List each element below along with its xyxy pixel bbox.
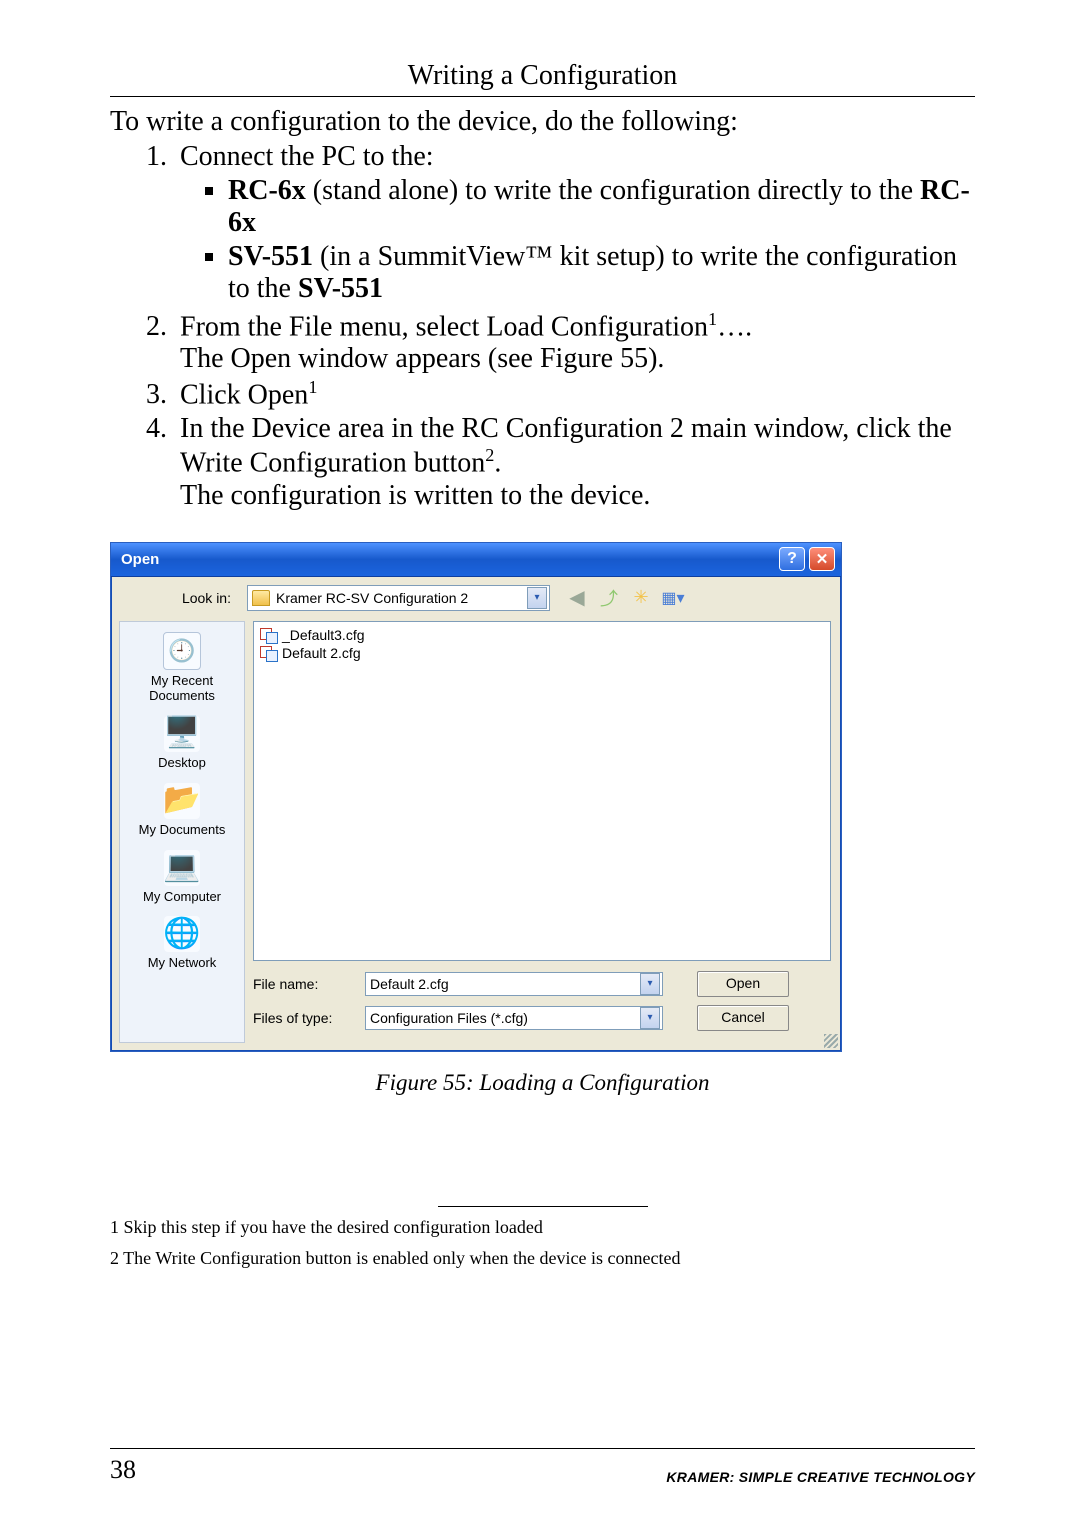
step-1-bullet-1: RC-6x (stand alone) to write the configu… [228,175,975,239]
header-section-title: Writing a Configuration [110,60,975,92]
header-rule [110,96,975,97]
back-icon[interactable]: ◀ [566,587,588,609]
computer-icon [164,850,200,886]
open-button[interactable]: Open [697,971,789,997]
up-one-level-icon[interactable]: ⤴ [598,587,620,609]
place-network-label: My Network [148,956,217,971]
file-type-value: Configuration Files (*.cfg) [370,1010,528,1026]
file-type-label: Files of type: [253,1010,365,1026]
cfg-file-icon [260,628,276,642]
step-2-sup: 1 [708,309,717,329]
documents-icon [164,783,200,819]
place-network[interactable]: My Network [148,916,217,971]
places-bar: My Recent Documents Desktop My Documents… [119,621,245,1043]
step-4-c: The configuration is written to the devi… [180,480,650,511]
close-button[interactable]: ✕ [809,547,835,571]
file-name-value: Default 2.cfg [370,976,449,992]
dialog-titlebar: Open ? ✕ [111,543,841,577]
place-recent-label: My Recent Documents [120,674,244,704]
intro-text: To write a configuration to the device, … [110,103,975,141]
look-in-dropdown-arrow[interactable]: ▾ [527,587,547,609]
file-item-label: _Default3.cfg [282,627,365,643]
look-in-value: Kramer RC-SV Configuration 2 [276,590,468,606]
rc6x-text: (stand alone) to write the configuration… [306,175,920,206]
footnote-1: 1 Skip this step if you have the desired… [110,1217,975,1238]
file-item-label: Default 2.cfg [282,645,361,661]
file-name-label: File name: [253,976,365,992]
step-4-a: In the Device area in the RC Configurati… [180,413,952,478]
place-documents-label: My Documents [139,823,226,838]
folder-icon [252,590,270,606]
place-desktop[interactable]: Desktop [158,716,206,771]
place-computer-label: My Computer [143,890,221,905]
file-type-combo[interactable]: Configuration Files (*.cfg) ▾ [365,1006,663,1030]
step-4-b: . [494,448,501,479]
recent-icon [163,632,201,670]
network-icon [164,916,200,952]
toolbar-icons: ◀ ⤴ ✳ ▦▾ [566,587,684,609]
footnote-separator [438,1206,648,1207]
step-4-sup: 2 [485,445,494,465]
look-in-combo[interactable]: Kramer RC-SV Configuration 2 ▾ [247,585,550,611]
views-icon[interactable]: ▦▾ [662,587,684,609]
figure-caption: Figure 55: Loading a Configuration [110,1070,975,1096]
instruction-list: Connect the PC to the: RC-6x (stand alon… [110,141,975,512]
step-4: In the Device area in the RC Configurati… [174,413,975,511]
sv551-bold-1: SV-551 [228,241,313,272]
step-2-a: From the File menu, select Load Configur… [180,311,708,342]
page-footer: 38 KRAMER: SIMPLE CREATIVE TECHNOLOGY [110,1448,975,1485]
step-1-lead: Connect the PC to the: [180,141,434,172]
place-recent[interactable]: My Recent Documents [120,632,244,704]
step-2: From the File menu, select Load Configur… [174,309,975,375]
desktop-icon [164,716,200,752]
step-3: Click Open1 [174,377,975,411]
file-type-dropdown-arrow[interactable]: ▾ [640,1007,660,1029]
cfg-file-icon [260,646,276,660]
step-1-sublist: RC-6x (stand alone) to write the configu… [180,175,975,305]
place-documents[interactable]: My Documents [139,783,226,838]
place-computer[interactable]: My Computer [143,850,221,905]
file-item[interactable]: Default 2.cfg [260,644,824,662]
open-dialog: Open ? ✕ Look in: Kramer RC-SV Configura… [110,542,842,1052]
cancel-button[interactable]: Cancel [697,1005,789,1031]
sv551-bold-2: SV-551 [298,273,383,304]
resize-grip-icon[interactable] [824,1034,838,1048]
step-1-bullet-2: SV-551 (in a SummitView™ kit setup) to w… [228,241,975,305]
file-name-combo[interactable]: Default 2.cfg ▾ [365,972,663,996]
file-list[interactable]: _Default3.cfg Default 2.cfg [253,621,831,961]
step-1: Connect the PC to the: RC-6x (stand alon… [174,141,975,305]
step-2-b: …. [717,311,752,342]
step-2-c: The Open window appears (see Figure 55). [180,343,664,374]
rc6x-bold-1: RC-6x [228,175,306,206]
file-name-dropdown-arrow[interactable]: ▾ [640,973,660,995]
new-folder-icon[interactable]: ✳ [630,587,652,609]
dialog-title: Open [121,551,159,568]
step-3-a: Click Open [180,379,308,410]
help-button[interactable]: ? [779,547,805,571]
footer-rule [110,1448,975,1449]
footnote-2: 2 The Write Configuration button is enab… [110,1248,975,1269]
step-3-sup: 1 [308,377,317,397]
file-item[interactable]: _Default3.cfg [260,626,824,644]
page-number: 38 [110,1455,136,1485]
look-in-row: Look in: Kramer RC-SV Configuration 2 ▾ … [111,577,841,621]
look-in-label: Look in: [111,590,241,606]
footer-brand: KRAMER: SIMPLE CREATIVE TECHNOLOGY [666,1469,975,1485]
place-desktop-label: Desktop [158,756,206,771]
